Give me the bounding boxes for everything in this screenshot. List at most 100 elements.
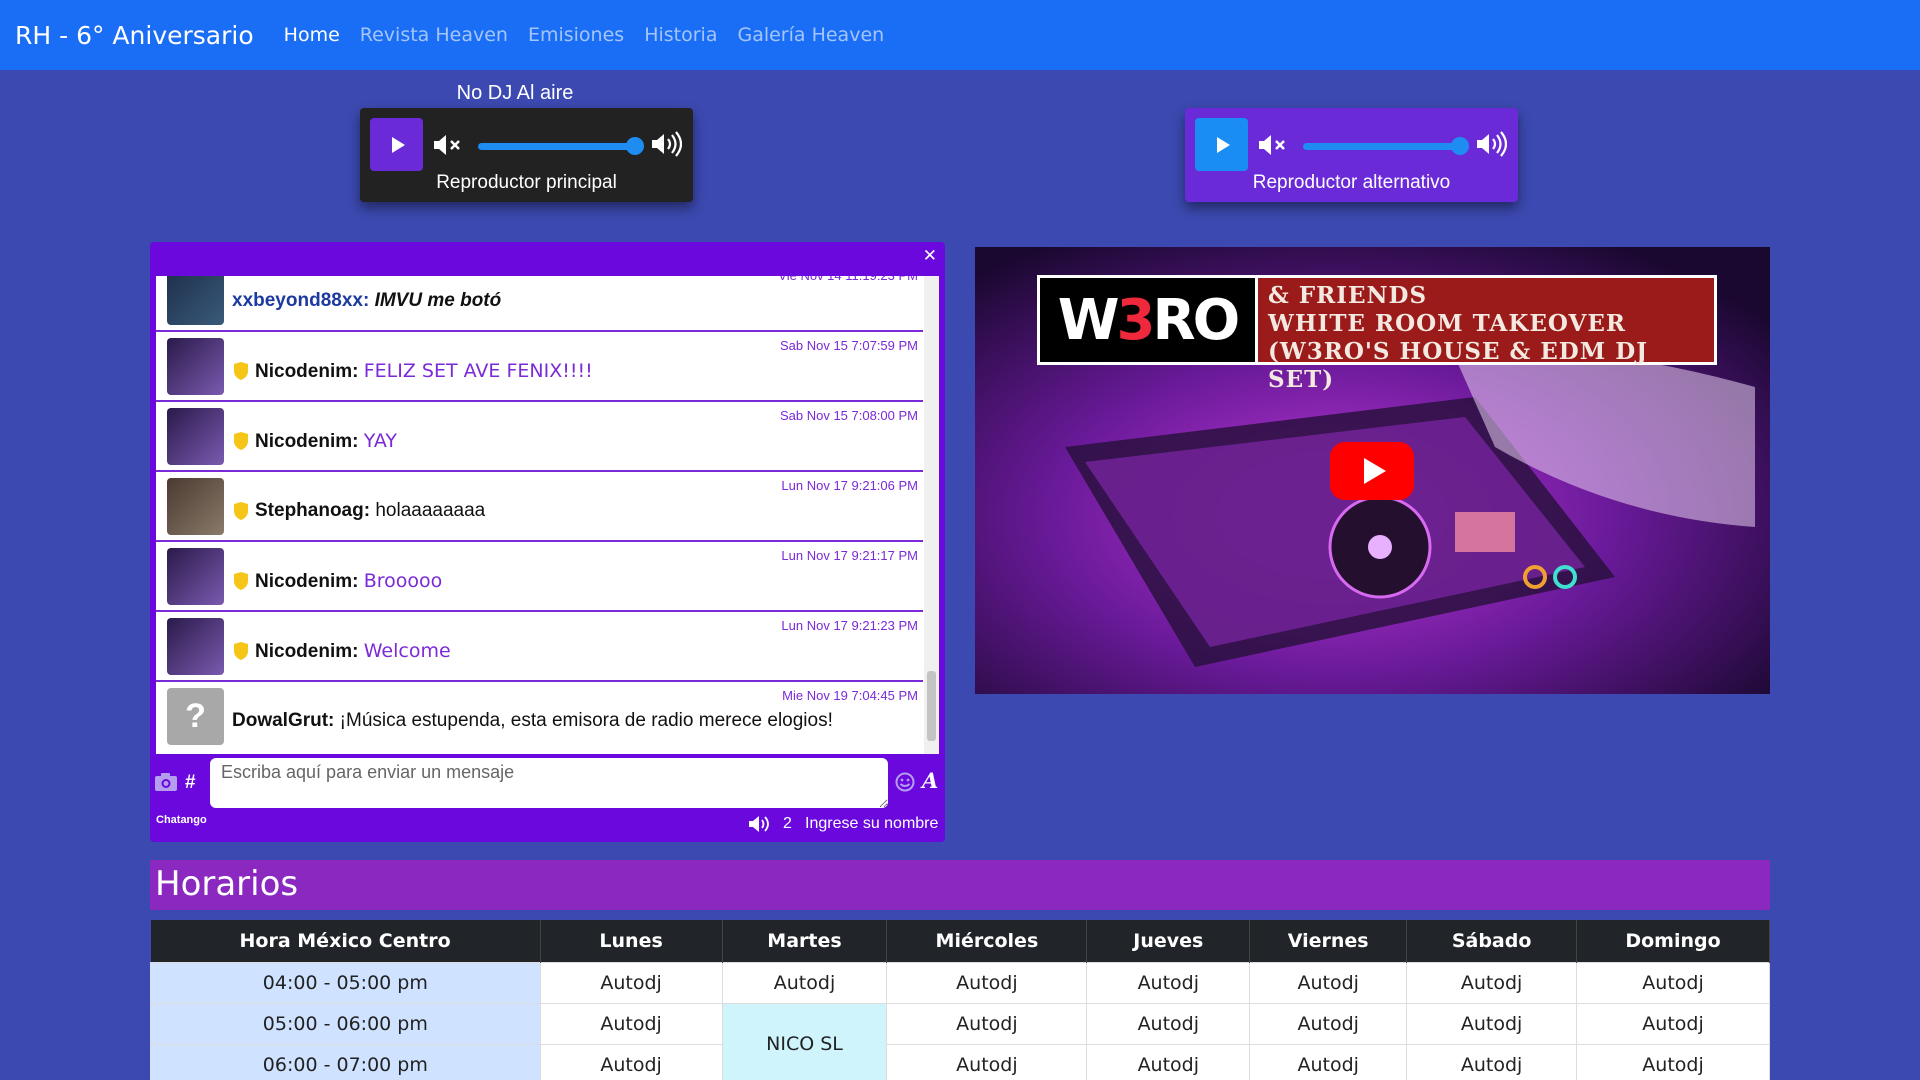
mute-icon[interactable]	[1257, 132, 1287, 158]
schedule-cell-highlight: NICO SL	[721, 1002, 888, 1080]
chat-scroll-thumb[interactable]	[927, 671, 936, 741]
alt-volume-thumb[interactable]	[1451, 137, 1469, 155]
message-line: xxbeyond88xx: IMVU me botó	[232, 290, 501, 312]
message-timestamp: Mie Nov 19 7:04:45 PM	[782, 688, 918, 703]
column-header: Hora México Centro	[150, 920, 541, 962]
avatar[interactable]	[167, 548, 224, 605]
message-line: Nicodenim: Brooooo	[255, 570, 442, 593]
message-username[interactable]: Nicodenim:	[255, 361, 358, 382]
user-count[interactable]: 2	[783, 815, 792, 833]
chat-message: Lun Nov 17 9:21:17 PM Nicodenim: Brooooo	[156, 542, 923, 612]
time-cell: 06:00 - 07:00 pm	[150, 1043, 541, 1080]
nav-galeria-heaven[interactable]: Galería Heaven	[737, 24, 884, 46]
message-timestamp: Lun Nov 17 9:21:23 PM	[781, 618, 918, 633]
message-text: Welcome	[363, 640, 451, 662]
column-header: Sábado	[1406, 920, 1578, 962]
column-header: Miércoles	[886, 920, 1088, 962]
main-player-label: Reproductor principal	[436, 172, 617, 193]
nav-historia[interactable]: Historia	[644, 24, 717, 46]
table-row: 05:00 - 06:00 pm Autodj NICO SL Autodj A…	[150, 1002, 1770, 1080]
avatar[interactable]	[167, 408, 224, 465]
schedule-cell: Autodj	[886, 961, 1088, 1004]
time-cell: 05:00 - 06:00 pm	[150, 1002, 541, 1045]
schedule-cell: Autodj	[886, 1043, 1088, 1080]
message-username[interactable]: Stephanoag:	[255, 500, 370, 521]
message-username[interactable]: xxbeyond88xx:	[232, 290, 369, 311]
youtube-play-button[interactable]	[1330, 442, 1414, 500]
message-timestamp: Lun Nov 17 9:21:17 PM	[781, 548, 918, 563]
moderator-shield-icon	[234, 432, 248, 450]
message-text: Brooooo	[363, 570, 443, 592]
volume-up-icon[interactable]	[650, 130, 682, 158]
brand-link[interactable]: RH - 6° Aniversario	[15, 21, 254, 50]
alt-player-label: Reproductor alternativo	[1252, 172, 1451, 193]
time-cell: 04:00 - 05:00 pm	[150, 961, 541, 1004]
column-header: Jueves	[1086, 920, 1251, 962]
moderator-shield-icon	[234, 362, 248, 380]
chat-footer: Chatango 2 Ingrese su nombre	[150, 812, 945, 842]
message-text: YAY	[363, 430, 397, 452]
camera-icon[interactable]	[154, 772, 178, 792]
chat-input-row: # A	[150, 756, 945, 812]
chat-message: Sab Nov 15 7:07:59 PM Nicodenim: FELIZ SE…	[156, 332, 923, 402]
message-list[interactable]: ? Mie Nov 19 7:04:45 PM DowalGrut: ¡Música…	[156, 276, 939, 754]
column-header: Viernes	[1249, 920, 1408, 962]
message-timestamp: Lun Nov 17 9:21:06 PM	[781, 478, 918, 493]
chat-message: Lun Nov 17 9:21:06 PM Stephanoag: holaaaa…	[156, 472, 923, 542]
nav-revista-heaven[interactable]: Revista Heaven	[360, 24, 508, 46]
message-line: Nicodenim: YAY	[255, 430, 397, 453]
video-title-banner: W 3 RO & FRIENDS WHITE ROOM TAKEOVER (W3RO…	[1037, 275, 1717, 393]
avatar[interactable]	[167, 276, 224, 325]
message-username[interactable]: DowalGrut:	[232, 710, 334, 731]
chatango-logo[interactable]: Chatango	[156, 814, 207, 826]
chat-message: Vie Nov 14 11:19:23 PM xxbeyond88xx: IMVU…	[156, 276, 923, 332]
schedule-cell: Autodj	[1086, 1043, 1251, 1080]
volume-up-icon[interactable]	[1475, 130, 1507, 158]
alt-volume-slider[interactable]	[1303, 143, 1460, 150]
moderator-shield-icon	[234, 642, 248, 660]
message-username[interactable]: Nicodenim:	[255, 431, 358, 452]
message-text: holaaaaaaaa	[375, 500, 486, 521]
hashtag-button[interactable]: #	[185, 772, 196, 794]
avatar[interactable]: ?	[167, 688, 224, 745]
video-embed[interactable]: W 3 RO & FRIENDS WHITE ROOM TAKEOVER (W3RO…	[975, 247, 1770, 694]
column-header: Domingo	[1576, 920, 1770, 962]
sound-icon[interactable]	[748, 814, 770, 834]
nav-emisiones[interactable]: Emisiones	[528, 24, 624, 46]
avatar[interactable]	[167, 338, 224, 395]
main-play-button[interactable]	[370, 118, 423, 171]
schedule-cell: Autodj	[1576, 1002, 1770, 1045]
alt-play-button[interactable]	[1195, 118, 1248, 171]
table-row: 06:00 - 07:00 pm Autodj Autodj Autodj Au…	[150, 1043, 1770, 1080]
schedule-cell: Autodj	[1249, 1043, 1408, 1080]
message-username[interactable]: Nicodenim:	[255, 571, 358, 592]
column-header: Martes	[722, 920, 888, 962]
login-link[interactable]: Ingrese su nombre	[805, 815, 938, 833]
chat-message-input[interactable]	[210, 758, 888, 808]
emoji-icon[interactable]	[895, 772, 915, 792]
avatar[interactable]	[167, 478, 224, 535]
schedule-cell: Autodj	[1249, 961, 1408, 1004]
table-row: 04:00 - 05:00 pm Autodj Autodj Autodj Au…	[150, 961, 1770, 1004]
navbar: RH - 6° Aniversario Home Revista Heaven …	[0, 0, 1920, 70]
moderator-shield-icon	[234, 572, 248, 590]
close-icon[interactable]: ✕	[923, 246, 937, 266]
chat-scrollbar[interactable]	[924, 276, 939, 754]
message-line: Nicodenim: FELIZ SET AVE FENIX!!!!	[255, 360, 593, 383]
schedule-cell: Autodj	[539, 1043, 723, 1080]
play-icon	[1363, 458, 1386, 484]
avatar[interactable]	[167, 618, 224, 675]
schedule-cell: Autodj	[1406, 961, 1578, 1004]
schedule-cell: Autodj	[539, 1002, 723, 1045]
video-title: & FRIENDS WHITE ROOM TAKEOVER (W3RO'S HO…	[1255, 278, 1714, 393]
mute-icon[interactable]	[432, 132, 462, 158]
nav-home[interactable]: Home	[284, 24, 340, 46]
w3ro-logo: W 3 RO	[1057, 287, 1240, 353]
schedule-table: Hora México Centro Lunes Martes Miércole…	[150, 920, 1770, 1080]
main-volume-thumb[interactable]	[626, 137, 644, 155]
main-volume-slider[interactable]	[478, 143, 635, 150]
message-username[interactable]: Nicodenim:	[255, 641, 358, 662]
font-style-button[interactable]: A	[922, 768, 938, 793]
moderator-shield-icon	[234, 502, 248, 520]
play-icon	[1216, 136, 1230, 153]
